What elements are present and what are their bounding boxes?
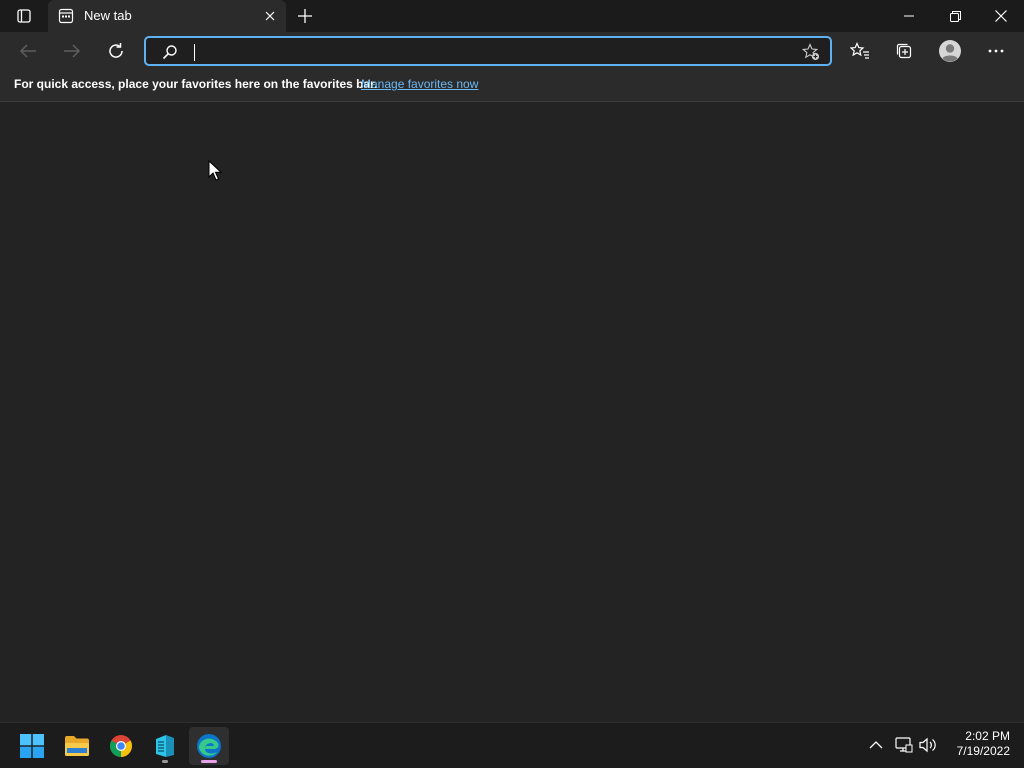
settings-and-more-button[interactable] [981,37,1011,65]
show-hidden-icons-button[interactable] [866,735,886,755]
refresh-icon [109,43,123,58]
profile-button[interactable] [935,37,965,65]
text-caret [194,44,195,61]
speaker-icon [919,737,936,753]
tab-actions-icon [17,9,31,23]
title-bar: New tab [0,0,1024,32]
active-indicator [201,760,217,763]
browser-window: New tab For quick access, place your fav… [0,0,1024,722]
close-icon [265,11,275,21]
restore-icon [949,10,961,22]
manage-favorites-link[interactable]: Manage favorites now [361,77,478,91]
restore-button[interactable] [932,0,978,32]
minimize-icon [904,15,914,17]
close-icon [995,10,1007,22]
forward-button[interactable] [57,37,87,65]
favorites-bar-message: For quick access, place your favorites h… [14,77,378,91]
tab-new-tab[interactable]: New tab [48,0,286,32]
add-favorite-icon[interactable] [802,43,820,61]
folder-icon [65,736,89,756]
tab-actions-button[interactable] [10,4,38,28]
arrow-right-icon [64,44,81,58]
chevron-up-icon [869,741,883,749]
favorites-button[interactable] [845,37,875,65]
network-button[interactable] [894,735,914,755]
close-window-button[interactable] [978,0,1024,32]
network-icon [895,737,913,753]
taskbar-clock[interactable]: 2:02 PM 7/19/2022 [940,729,1010,759]
page-content [0,103,1024,722]
tab-title: New tab [84,8,132,23]
new-tab-button[interactable] [294,4,316,28]
clock-time: 2:02 PM [965,729,1010,743]
running-indicator [162,760,168,763]
start-button[interactable] [12,727,52,765]
volume-button[interactable] [918,735,938,755]
navigation-toolbar [0,32,1024,70]
favorites-icon [850,42,869,59]
chrome-icon [110,735,132,757]
tool-icon [156,735,174,757]
refresh-button[interactable] [101,37,131,65]
taskbar: 2:02 PM 7/19/2022 [0,722,1024,768]
collections-icon [896,43,912,59]
edge-icon [197,734,221,758]
clock-date: 7/19/2022 [956,744,1010,758]
address-bar[interactable] [144,36,832,66]
mouse-pointer-icon [208,160,222,181]
arrow-left-icon [19,44,36,58]
new-tab-page-icon [58,8,74,24]
windows-start-icon [20,734,44,758]
search-icon [162,45,177,60]
taskbar-chrome[interactable] [101,727,141,765]
address-input[interactable] [192,41,782,61]
back-button[interactable] [13,37,43,65]
collections-button[interactable] [889,37,919,65]
plus-icon [298,9,312,23]
taskbar-app[interactable] [145,727,185,765]
tab-close-button[interactable] [262,8,278,24]
more-icon [988,49,1004,53]
taskbar-file-explorer[interactable] [57,727,97,765]
avatar-icon [939,40,961,62]
favorites-bar: For quick access, place your favorites h… [0,70,1024,102]
minimize-button[interactable] [886,0,932,32]
taskbar-edge[interactable] [189,727,229,765]
